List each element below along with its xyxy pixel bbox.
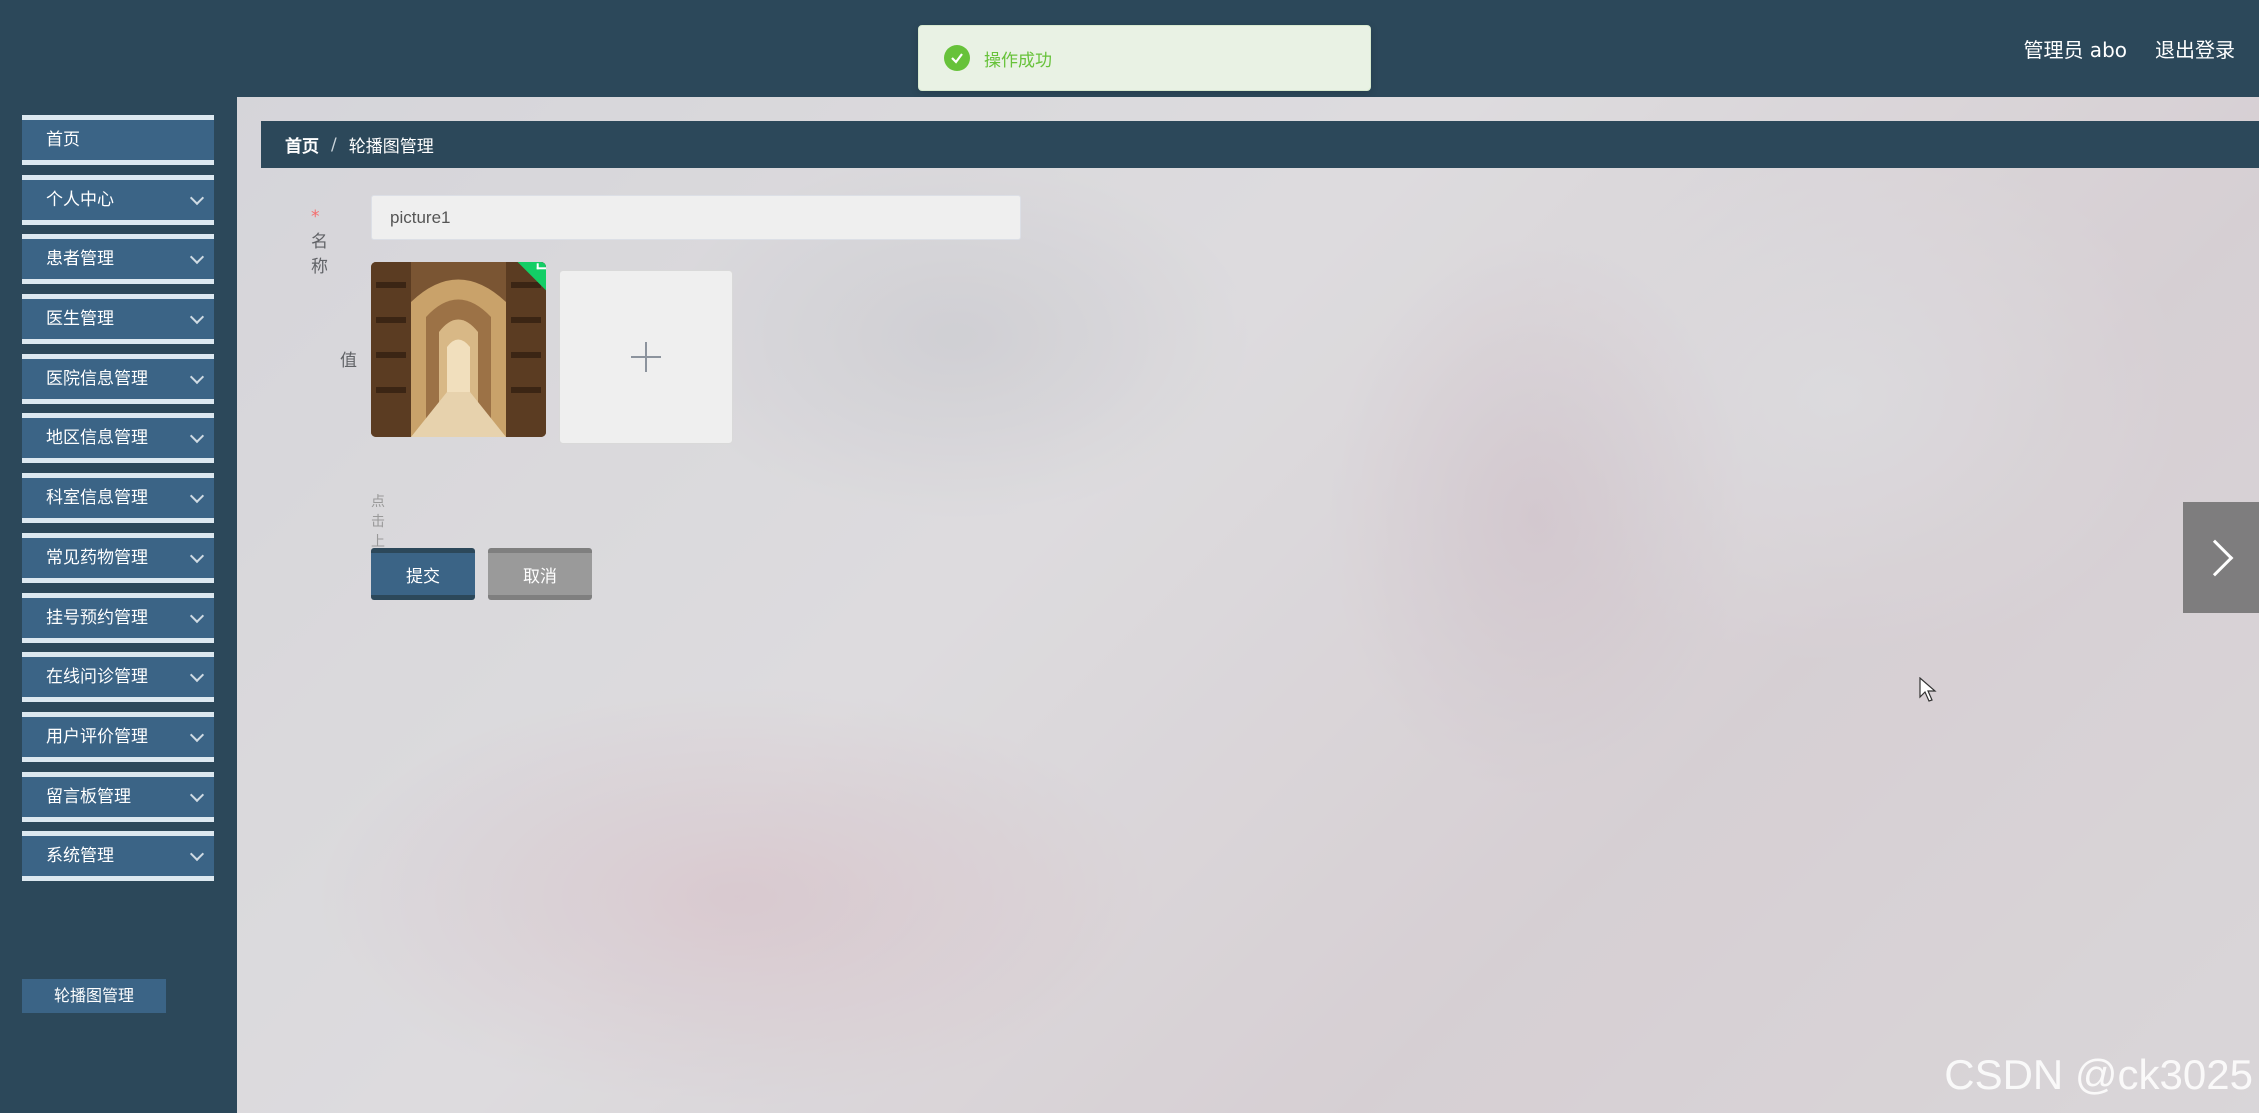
sidebar-item-label: 挂号预约管理 xyxy=(46,607,148,628)
sidebar-item-3[interactable]: 医生管理 xyxy=(22,294,214,345)
chevron-down-icon xyxy=(189,847,205,862)
name-input[interactable] xyxy=(371,195,1021,240)
sidebar-item-label: 用户评价管理 xyxy=(46,726,148,747)
sidebar-item-label: 首页 xyxy=(46,130,80,150)
chevron-down-icon xyxy=(189,787,205,802)
sidebar-item-12[interactable]: 系统管理 xyxy=(22,831,214,882)
sidebar-item-label: 留言板管理 xyxy=(46,786,131,807)
chevron-down-icon xyxy=(189,250,205,265)
value-label: 值 xyxy=(340,351,357,371)
breadcrumb-home[interactable]: 首页 xyxy=(285,132,319,157)
sidebar-item-label: 地区信息管理 xyxy=(46,428,148,449)
main-content: 首页 / 轮播图管理 * 名称 值 xyxy=(237,97,2259,1113)
sidebar-subitem-carousel[interactable]: 轮播图管理 xyxy=(22,979,166,1013)
plus-icon xyxy=(631,342,661,372)
admin-label: 管理员 abo xyxy=(2023,38,2127,62)
chevron-down-icon xyxy=(189,668,205,683)
upload-button[interactable] xyxy=(559,270,733,444)
sidebar-item-8[interactable]: 挂号预约管理 xyxy=(22,592,214,643)
required-asterisk: * xyxy=(311,207,320,227)
carousel-next-button[interactable] xyxy=(2183,502,2259,613)
sidebar-item-label: 科室信息管理 xyxy=(46,488,148,509)
sidebar-item-label: 医院信息管理 xyxy=(46,368,148,389)
chevron-down-icon xyxy=(189,429,205,444)
watermark: CSDN @ck3025 xyxy=(1944,1051,2253,1098)
library-image xyxy=(371,262,546,437)
sidebar: 首页个人中心患者管理医生管理医院信息管理 地区信息管理 科室信息管理 常见药物管理 挂号… xyxy=(0,97,237,1113)
chevron-down-icon xyxy=(189,369,205,384)
sidebar-item-11[interactable]: 留言板管理 xyxy=(22,771,214,822)
background-overlay xyxy=(237,97,2259,1113)
chevron-right-icon xyxy=(2196,539,2234,576)
sidebar-item-7[interactable]: 常见药物管理 xyxy=(22,532,214,583)
mouse-cursor-icon xyxy=(1919,677,1937,702)
chevron-down-icon xyxy=(189,727,205,742)
chevron-down-icon xyxy=(189,608,205,623)
cancel-button[interactable]: 取消 xyxy=(488,548,592,600)
breadcrumb-current: 轮播图管理 xyxy=(348,137,434,157)
name-label: 名称 xyxy=(311,232,328,277)
user-area: 管理员 abo 退出登录 xyxy=(2023,34,2235,63)
chevron-down-icon xyxy=(189,548,205,563)
sidebar-item-label: 系统管理 xyxy=(46,846,114,867)
breadcrumb: 首页 / 轮播图管理 xyxy=(261,121,2259,168)
sidebar-item-0[interactable]: 首页 xyxy=(22,115,214,165)
sidebar-item-label: 患者管理 xyxy=(46,249,114,270)
sidebar-item-4[interactable]: 医院信息管理 xyxy=(22,353,214,404)
sidebar-item-1[interactable]: 个人中心 xyxy=(22,174,214,225)
chevron-down-icon xyxy=(189,489,205,504)
success-toast: 操作成功 xyxy=(918,25,1371,91)
sidebar-item-label: 医生管理 xyxy=(46,309,114,330)
breadcrumb-separator: / xyxy=(331,134,337,155)
sidebar-item-label: 个人中心 xyxy=(46,189,114,210)
submit-button[interactable]: 提交 xyxy=(371,548,475,600)
chevron-down-icon xyxy=(189,190,205,205)
sidebar-item-10[interactable]: 用户评价管理 xyxy=(22,711,214,762)
logout-link[interactable]: 退出登录 xyxy=(2155,34,2235,63)
sidebar-item-2[interactable]: 患者管理 xyxy=(22,234,214,285)
uploaded-image-thumbnail[interactable] xyxy=(371,262,546,437)
sidebar-menu: 首页个人中心患者管理医生管理医院信息管理 地区信息管理 科室信息管理 常见药物管理 挂号… xyxy=(22,115,214,891)
sidebar-item-9[interactable]: 在线问诊管理 xyxy=(22,652,214,703)
sidebar-item-5[interactable]: 地区信息管理 xyxy=(22,413,214,464)
chevron-down-icon xyxy=(189,309,205,325)
sidebar-item-label: 常见药物管理 xyxy=(46,547,148,568)
sidebar-item-label: 在线问诊管理 xyxy=(46,667,148,688)
success-check-icon xyxy=(944,45,970,71)
toast-message: 操作成功 xyxy=(984,50,1052,71)
name-label-wrap: * 名称 xyxy=(311,207,328,277)
sidebar-item-6[interactable]: 科室信息管理 xyxy=(22,473,214,524)
